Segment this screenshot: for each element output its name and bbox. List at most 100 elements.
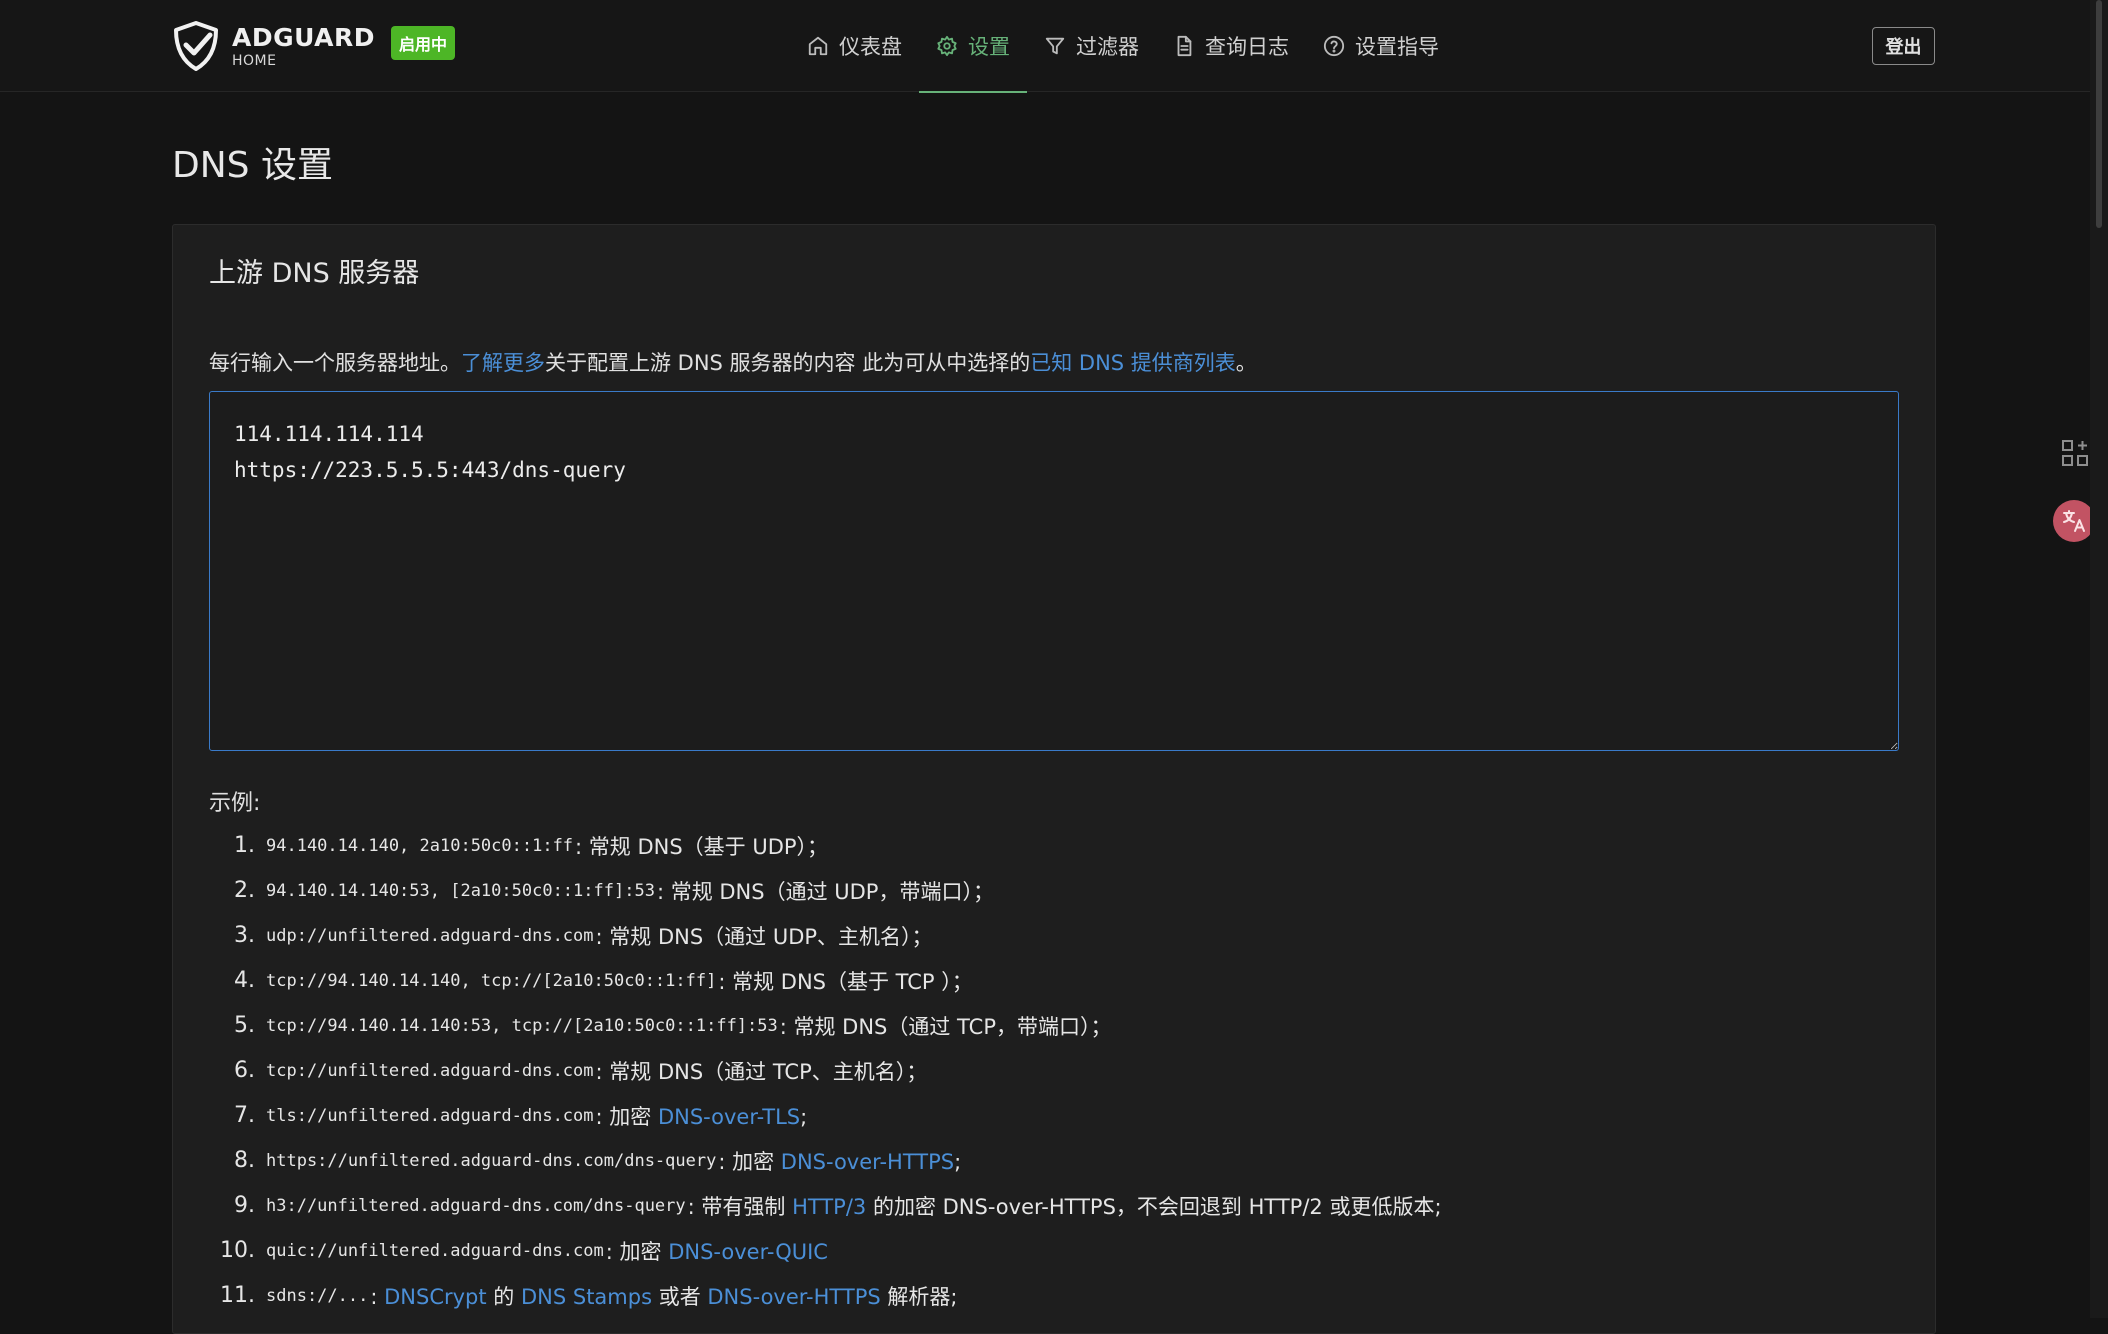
example-item: 5. tcp://94.140.14.140:53, tcp://[2a10:50…: [209, 1003, 1909, 1048]
example-text: : 加密: [595, 1104, 658, 1129]
upstream-dns-card: 上游 DNS 服务器 每行输入一个服务器地址。了解更多关于配置上游 DNS 服务…: [172, 224, 1936, 1334]
nav-label: 查询日志: [1205, 35, 1289, 59]
example-description: : 加密 DNS-over-HTTPS;: [718, 1146, 961, 1176]
example-link[interactable]: DNS-over-TLS: [658, 1105, 800, 1129]
example-description: : 常规 DNS（通过 UDP、主机名）；: [596, 921, 933, 951]
example-text: 或者: [652, 1284, 708, 1309]
example-number: 8.: [234, 1148, 255, 1173]
nav-item-setup-guide[interactable]: 设置指导: [1306, 0, 1456, 92]
upstream-help-text: 每行输入一个服务器地址。了解更多关于配置上游 DNS 服务器的内容 此为可从中选…: [209, 347, 1257, 377]
example-code: tcp://94.140.14.140:53, tcp://[2a10:50c0…: [266, 1015, 778, 1036]
example-item: 1. 94.140.14.140, 2a10:50c0::1:ff: 常规 DNS…: [209, 823, 1909, 868]
example-description: : 带有强制 HTTP/3 的加密 DNS-over-HTTPS，不会回退到 H…: [688, 1191, 1442, 1221]
example-number: 9.: [234, 1193, 255, 1218]
example-text: ;: [954, 1149, 962, 1174]
nav-item-filters[interactable]: 过滤器: [1027, 0, 1156, 92]
document-icon: [1177, 35, 1192, 57]
logout-button[interactable]: 登出: [1872, 27, 1935, 65]
example-number: 10.: [220, 1238, 255, 1263]
status-badge: 启用中: [391, 26, 456, 60]
example-link[interactable]: DNS-over-HTTPS: [707, 1285, 880, 1309]
scrollbar-thumb[interactable]: [2096, 0, 2102, 228]
example-item: 2. 94.140.14.140:53, [2a10:50c0::1:ff]:53…: [209, 868, 1909, 913]
example-description: : 常规 DNS（基于 UDP）；: [575, 831, 828, 861]
example-link[interactable]: DNS-over-HTTPS: [781, 1150, 954, 1174]
example-text: 解析器;: [880, 1284, 958, 1309]
example-code: h3://unfiltered.adguard-dns.com/dns-quer…: [266, 1195, 686, 1216]
example-number: 11.: [220, 1283, 255, 1308]
brand-text: ADGUARD HOME: [232, 25, 375, 68]
example-description: : 常规 DNS（通过 TCP、主机名）；: [596, 1056, 928, 1086]
help-circle-icon: [1323, 35, 1345, 57]
example-text: : 常规 DNS（通过 TCP、主机名）；: [595, 1059, 928, 1084]
example-description: : 常规 DNS（基于 TCP ）；: [718, 966, 972, 996]
learn-more-link[interactable]: 了解更多: [461, 351, 545, 375]
help-prefix: 每行输入一个服务器地址。: [209, 351, 461, 375]
example-text: ;: [800, 1104, 808, 1129]
example-code: tcp://unfiltered.adguard-dns.com: [266, 1060, 594, 1081]
nav-label: 设置: [968, 35, 1010, 59]
main-nav: 仪表盘 设置 过滤器 查询日志 设置指导: [790, 0, 1456, 93]
filter-icon: [1045, 37, 1065, 55]
example-link[interactable]: DNS Stamps: [521, 1285, 652, 1309]
example-code: https://unfiltered.adguard-dns.com/dns-q…: [266, 1150, 717, 1171]
example-number: 7.: [234, 1103, 255, 1128]
brand-logo[interactable]: ADGUARD HOME 启用中: [170, 20, 456, 72]
upstream-servers-textarea[interactable]: [209, 391, 1899, 751]
nav-item-query-log[interactable]: 查询日志: [1156, 0, 1306, 92]
brand-name: ADGUARD: [232, 22, 376, 52]
example-item: 7. tls://unfiltered.adguard-dns.com: 加密 D…: [209, 1093, 1909, 1138]
example-text: : 常规 DNS（通过 UDP、主机名）；: [595, 924, 933, 949]
home-icon: [808, 36, 828, 56]
nav-item-dashboard[interactable]: 仪表盘: [790, 0, 919, 92]
example-link[interactable]: DNSCrypt: [384, 1285, 487, 1309]
example-item: 10. quic://unfiltered.adguard-dns.com: 加密…: [209, 1228, 1909, 1273]
example-description: : 常规 DNS（通过 TCP，带端口）；: [780, 1011, 1112, 1041]
example-item: 4. tcp://94.140.14.140, tcp://[2a10:50c0:…: [209, 958, 1909, 1003]
nav-item-settings[interactable]: 设置: [919, 0, 1027, 93]
example-code: sdns://...: [266, 1285, 369, 1306]
example-link[interactable]: DNS-over-QUIC: [668, 1240, 828, 1264]
top-navbar: ADGUARD HOME 启用中 仪表盘 设置 过滤器 查询日志 设置指导 登出: [0, 0, 2090, 93]
example-text: : 带有强制: [687, 1194, 793, 1219]
known-providers-link[interactable]: 已知 DNS 提供商列表: [1030, 351, 1236, 375]
example-item: 9. h3://unfiltered.adguard-dns.com/dns-qu…: [209, 1183, 1909, 1228]
help-middle: 关于配置上游 DNS 服务器的内容 此为可从中选择的: [545, 351, 1031, 375]
example-text: 的: [486, 1284, 521, 1309]
example-number: 5.: [234, 1013, 255, 1038]
examples-label: 示例:: [209, 791, 261, 816]
example-code: tcp://94.140.14.140, tcp://[2a10:50c0::1…: [266, 970, 717, 991]
example-item: 3. udp://unfiltered.adguard-dns.com: 常规 D…: [209, 913, 1909, 958]
nav-label: 设置指导: [1355, 35, 1439, 59]
apps-add-icon[interactable]: [2060, 438, 2090, 468]
help-suffix: 。: [1235, 351, 1257, 375]
example-text: : 常规 DNS（基于 UDP）；: [575, 834, 829, 859]
example-item: 11. sdns://...: DNSCrypt 的 DNS Stamps 或者 …: [209, 1273, 1909, 1318]
example-number: 2.: [234, 878, 255, 903]
shield-check-icon: [174, 21, 218, 71]
example-code: tls://unfiltered.adguard-dns.com: [266, 1105, 594, 1126]
example-number: 4.: [234, 968, 255, 993]
example-code: udp://unfiltered.adguard-dns.com: [266, 925, 594, 946]
card-title: 上游 DNS 服务器: [209, 258, 420, 289]
example-text: : 常规 DNS（通过 UDP，带端口）；: [656, 879, 994, 904]
example-text: :: [370, 1284, 385, 1309]
example-text: : 加密: [605, 1239, 669, 1264]
page-scrollbar[interactable]: [2090, 0, 2108, 1318]
translate-button[interactable]: [2053, 500, 2095, 542]
example-description: : 加密 DNS-over-QUIC: [606, 1236, 828, 1266]
example-text: : 常规 DNS（基于 TCP ）；: [718, 969, 973, 994]
nav-label: 仪表盘: [839, 35, 902, 59]
example-item: 8. https://unfiltered.adguard-dns.com/dns…: [209, 1138, 1909, 1183]
examples-list: 1. 94.140.14.140, 2a10:50c0::1:ff: 常规 DNS…: [209, 823, 1909, 1318]
example-text: : 常规 DNS（通过 TCP，带端口）；: [779, 1014, 1112, 1039]
example-link[interactable]: HTTP/3: [792, 1195, 866, 1219]
example-description: : 常规 DNS（通过 UDP，带端口）；: [657, 876, 994, 906]
page-title: DNS 设置: [172, 145, 333, 186]
example-code: 94.140.14.140:53, [2a10:50c0::1:ff]:53: [266, 880, 655, 901]
example-description: : 加密 DNS-over-TLS;: [596, 1101, 808, 1131]
example-code: quic://unfiltered.adguard-dns.com: [266, 1240, 604, 1261]
gear-icon: [937, 35, 957, 57]
example-text: : 加密: [718, 1149, 781, 1174]
example-item: 6. tcp://unfiltered.adguard-dns.com: 常规 D…: [209, 1048, 1909, 1093]
